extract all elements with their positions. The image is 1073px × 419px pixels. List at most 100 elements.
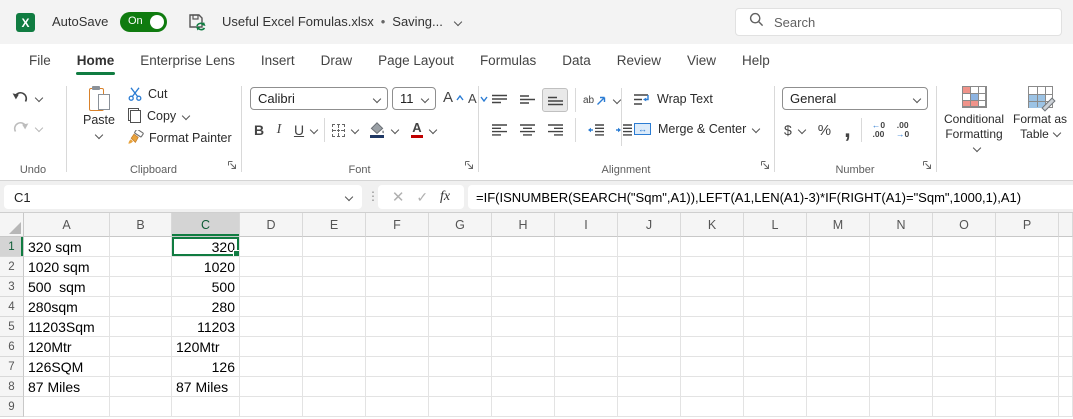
cell-A4[interactable]: 280sqm xyxy=(24,297,110,317)
cell-H1[interactable] xyxy=(492,237,555,257)
cell-F5[interactable] xyxy=(366,317,429,337)
row-header-3[interactable]: 3 xyxy=(0,277,24,297)
cell-M1[interactable] xyxy=(807,237,870,257)
comma-style-button[interactable]: , xyxy=(844,125,851,135)
cell-A3[interactable]: 500 sqm xyxy=(24,277,110,297)
cell-E8[interactable] xyxy=(303,377,366,397)
cell-G3[interactable] xyxy=(429,277,492,297)
cell-F9[interactable] xyxy=(366,397,429,417)
cell-D2[interactable] xyxy=(240,257,303,277)
cell-K2[interactable] xyxy=(681,257,744,277)
cell-N9[interactable] xyxy=(870,397,933,417)
cell-G7[interactable] xyxy=(429,357,492,377)
conditional-formatting-button[interactable]: Conditional Formatting xyxy=(940,78,1008,157)
cell-P6[interactable] xyxy=(996,337,1059,357)
cell-H8[interactable] xyxy=(492,377,555,397)
cell-D1[interactable] xyxy=(240,237,303,257)
cell-C6[interactable]: 120Mtr xyxy=(172,337,240,357)
cell-K8[interactable] xyxy=(681,377,744,397)
clipboard-dialog-launcher[interactable] xyxy=(227,157,237,175)
cell-N1[interactable] xyxy=(870,237,933,257)
cell-K1[interactable] xyxy=(681,237,744,257)
cell-M7[interactable] xyxy=(807,357,870,377)
increase-font-size-button[interactable]: A xyxy=(443,89,464,106)
cell-M9[interactable] xyxy=(807,397,870,417)
cell-N5[interactable] xyxy=(870,317,933,337)
decrease-decimal-button[interactable]: .00→0 xyxy=(896,121,909,139)
cell-G2[interactable] xyxy=(429,257,492,277)
cell-I6[interactable] xyxy=(555,337,618,357)
column-header-D[interactable]: D xyxy=(240,213,303,237)
cell-O6[interactable] xyxy=(933,337,996,357)
cell-J4[interactable] xyxy=(618,297,681,317)
search-input[interactable] xyxy=(774,15,1024,30)
column-header-K[interactable]: K xyxy=(681,213,744,237)
cell-K3[interactable] xyxy=(681,277,744,297)
cell-B1[interactable] xyxy=(110,237,172,257)
cell-L6[interactable] xyxy=(744,337,807,357)
cell-F1[interactable] xyxy=(366,237,429,257)
cell-L1[interactable] xyxy=(744,237,807,257)
paste-button[interactable]: Paste xyxy=(78,86,120,145)
row-header-1[interactable]: 1 xyxy=(0,237,24,257)
font-color-button[interactable]: A xyxy=(411,122,423,138)
cell-I2[interactable] xyxy=(555,257,618,277)
cell-A6[interactable]: 120Mtr xyxy=(24,337,110,357)
cell-D4[interactable] xyxy=(240,297,303,317)
column-header-N[interactable]: N xyxy=(870,213,933,237)
cell-C2[interactable]: 1020 xyxy=(172,257,240,277)
cell-K7[interactable] xyxy=(681,357,744,377)
cell-E7[interactable] xyxy=(303,357,366,377)
redo-button[interactable] xyxy=(12,120,42,135)
tab-insert[interactable]: Insert xyxy=(248,44,308,78)
cell-O7[interactable] xyxy=(933,357,996,377)
cell-H9[interactable] xyxy=(492,397,555,417)
align-right-button[interactable] xyxy=(542,118,568,142)
cell-J9[interactable] xyxy=(618,397,681,417)
cell-B2[interactable] xyxy=(110,257,172,277)
cell-L3[interactable] xyxy=(744,277,807,297)
fill-color-button[interactable] xyxy=(369,122,385,138)
cell-O5[interactable] xyxy=(933,317,996,337)
cell-H3[interactable] xyxy=(492,277,555,297)
cell-C8[interactable]: 87 Miles xyxy=(172,377,240,397)
cell-K6[interactable] xyxy=(681,337,744,357)
cell-A8[interactable]: 87 Miles xyxy=(24,377,110,397)
cell-C1[interactable]: 320 xyxy=(172,237,240,257)
increase-decimal-button[interactable]: ←0.00 xyxy=(872,121,885,139)
tab-draw[interactable]: Draw xyxy=(308,44,366,78)
copy-button[interactable]: Copy xyxy=(128,108,232,123)
cell-G1[interactable] xyxy=(429,237,492,257)
cell-O4[interactable] xyxy=(933,297,996,317)
tab-formulas[interactable]: Formulas xyxy=(467,44,549,78)
cell-L8[interactable] xyxy=(744,377,807,397)
percent-button[interactable]: % xyxy=(818,122,831,139)
row-header-7[interactable]: 7 xyxy=(0,357,24,377)
column-header-L[interactable]: L xyxy=(744,213,807,237)
currency-button[interactable]: $ xyxy=(784,122,792,138)
formula-input[interactable]: =IF(ISNUMBER(SEARCH("Sqm",A1)),LEFT(A1,L… xyxy=(468,185,1073,209)
cell-C5[interactable]: 11203 xyxy=(172,317,240,337)
cell-F2[interactable] xyxy=(366,257,429,277)
save-sync-icon[interactable] xyxy=(188,13,207,36)
cell-P9[interactable] xyxy=(996,397,1059,417)
cell-B8[interactable] xyxy=(110,377,172,397)
cell-E6[interactable] xyxy=(303,337,366,357)
cell-G4[interactable] xyxy=(429,297,492,317)
cell-L4[interactable] xyxy=(744,297,807,317)
cell-D7[interactable] xyxy=(240,357,303,377)
cell-B5[interactable] xyxy=(110,317,172,337)
cell-F6[interactable] xyxy=(366,337,429,357)
select-all-corner[interactable] xyxy=(0,213,24,237)
column-header-O[interactable]: O xyxy=(933,213,996,237)
cell-O8[interactable] xyxy=(933,377,996,397)
row-header-2[interactable]: 2 xyxy=(0,257,24,277)
cell-G5[interactable] xyxy=(429,317,492,337)
tab-enterprise-lens[interactable]: Enterprise Lens xyxy=(127,44,248,78)
column-header-M[interactable]: M xyxy=(807,213,870,237)
cell-M8[interactable] xyxy=(807,377,870,397)
cell-F4[interactable] xyxy=(366,297,429,317)
cut-button[interactable]: Cut xyxy=(128,87,232,101)
cell-I8[interactable] xyxy=(555,377,618,397)
alignment-dialog-launcher[interactable] xyxy=(760,157,770,175)
